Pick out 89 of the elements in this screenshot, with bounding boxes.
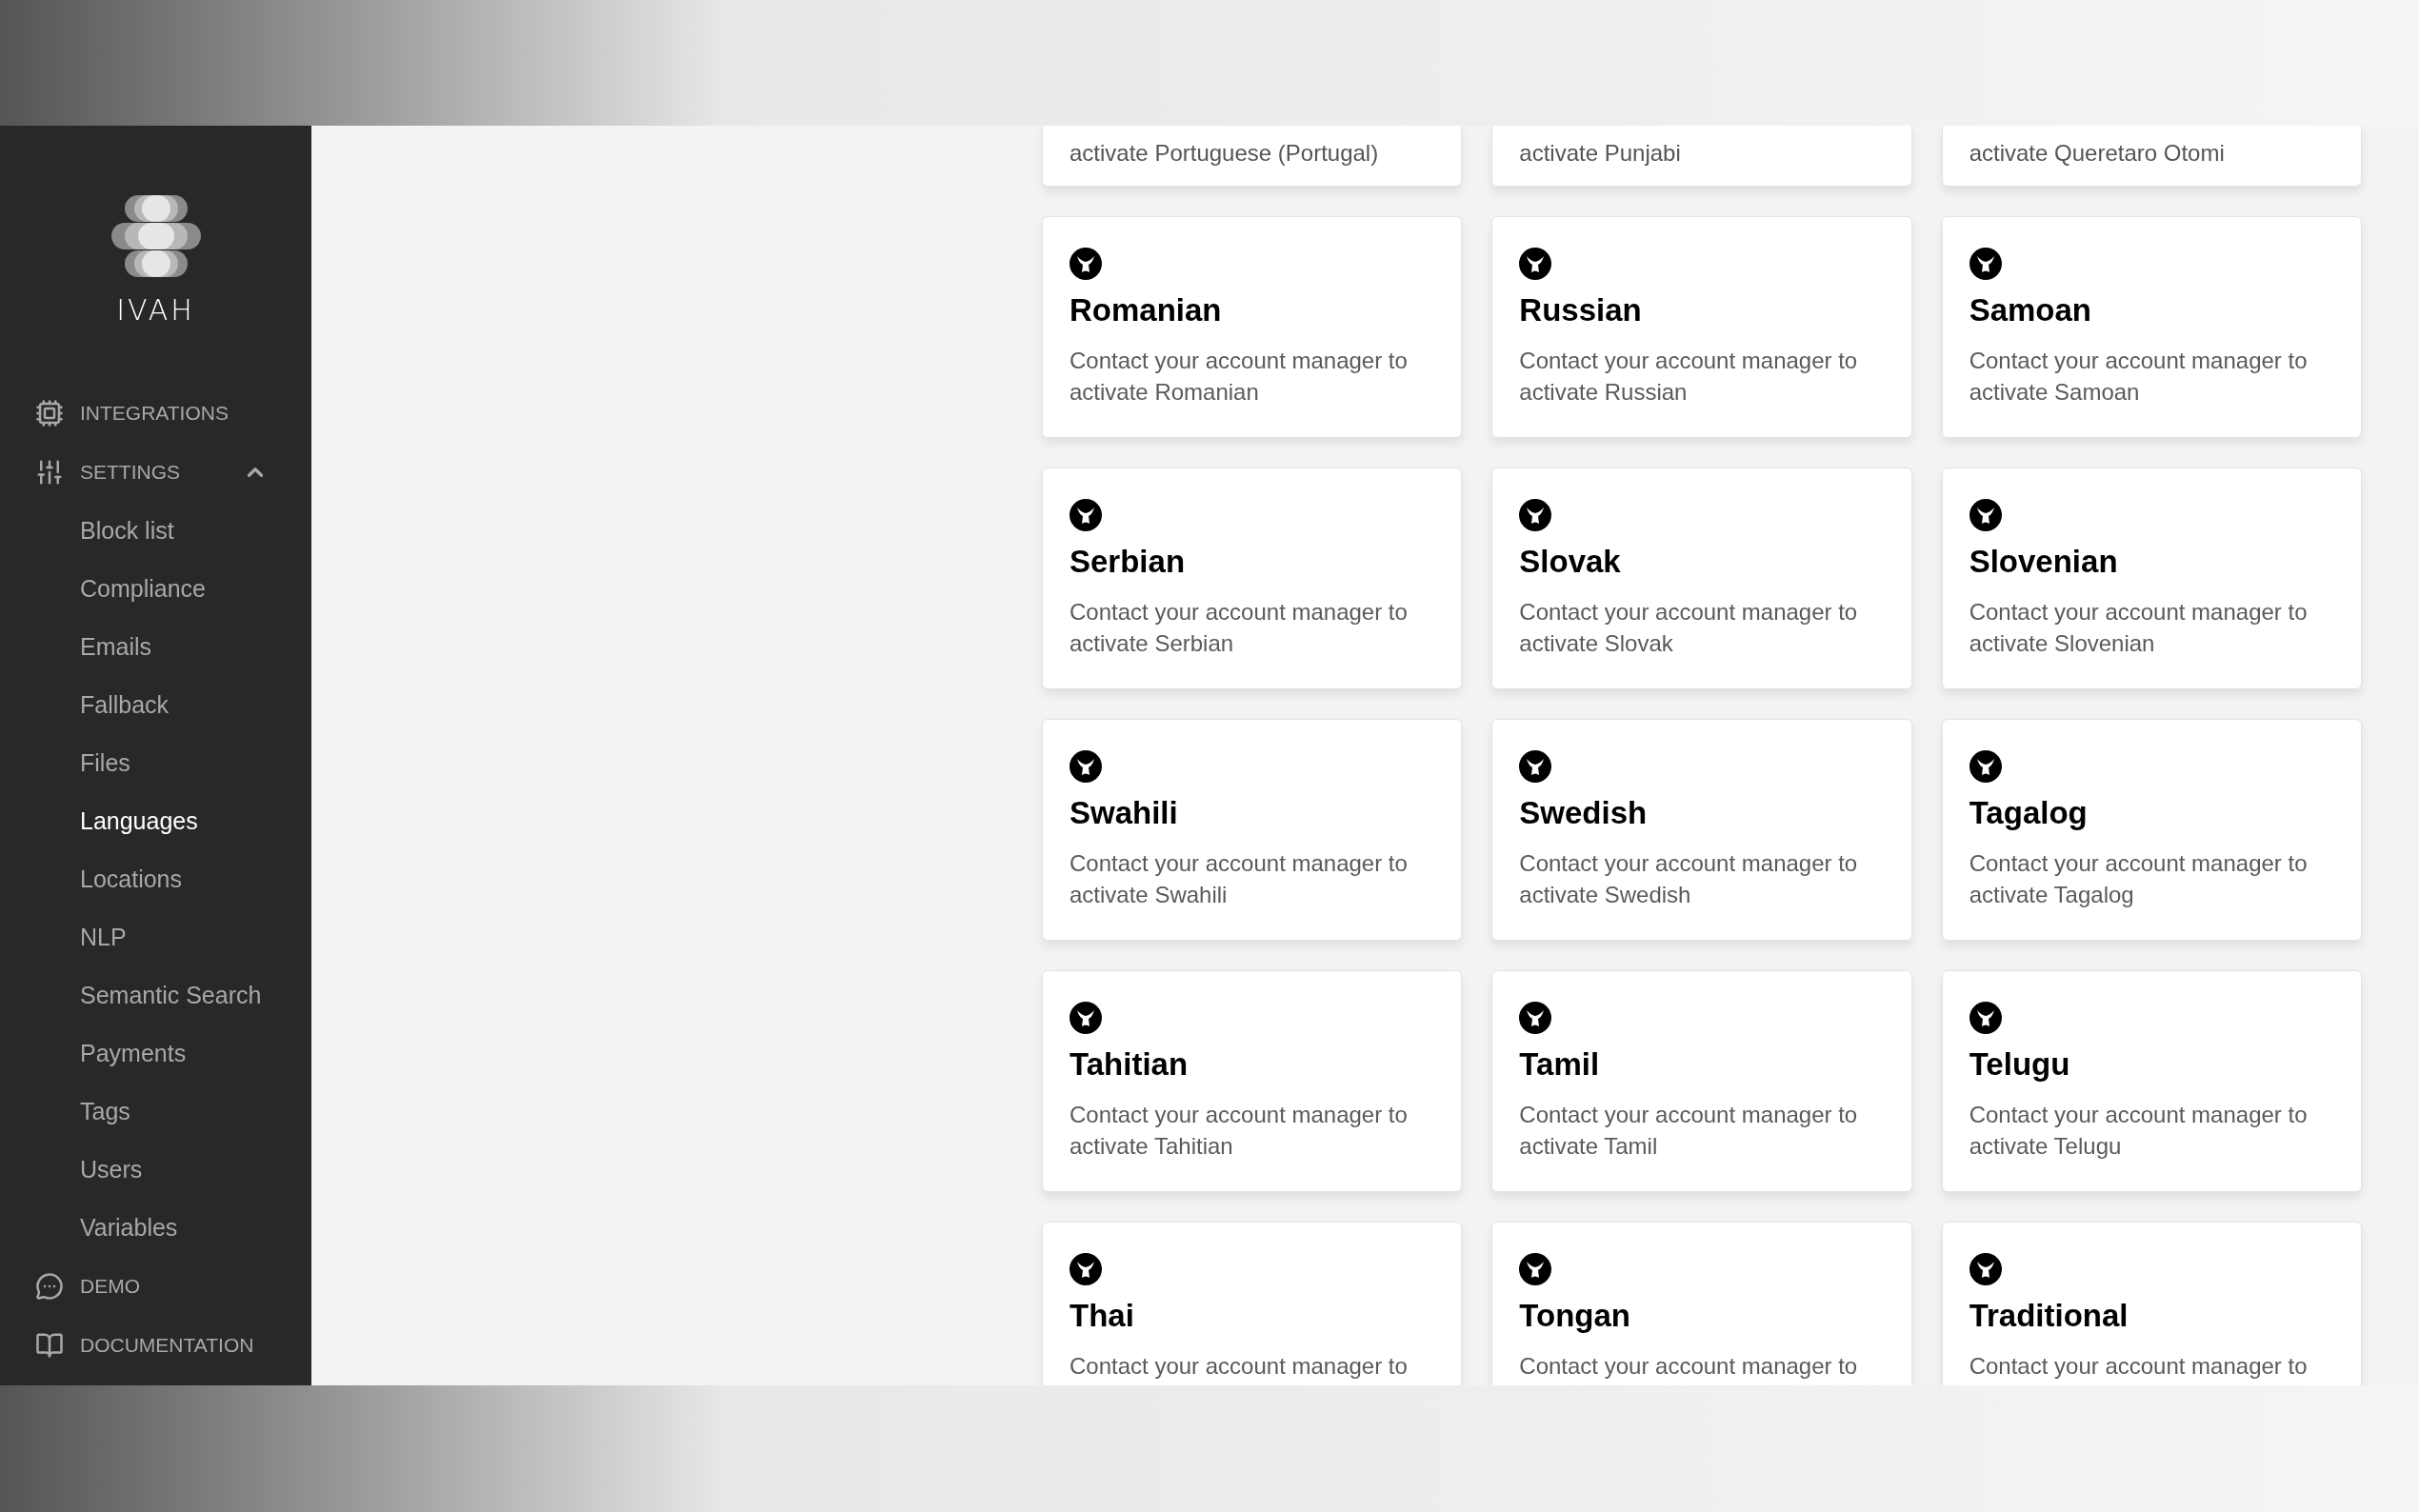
globe-icon: [1969, 499, 2002, 531]
language-card[interactable]: Slovenian Contact your account manager to activate Slovenian: [1941, 468, 2362, 689]
card-description: Contact your account manager to activate Tahitian: [1070, 1101, 1409, 1161]
globe-icon: [1070, 499, 1102, 531]
card-title: Slovenian: [1969, 543, 2119, 581]
card-title: Swahili: [1070, 794, 1179, 832]
card-description: Contact your account manager to activate Serbian: [1070, 598, 1409, 658]
nav-item[interactable]: Users: [0, 1141, 311, 1199]
nav-item[interactable]: Variables: [0, 1199, 311, 1257]
language-card[interactable]: Swahili Contact your account manager to activate Swahili: [1042, 719, 1463, 941]
card-description: Contact your account manager to activate Swedish: [1519, 849, 1859, 909]
book-icon: [35, 1331, 64, 1360]
language-card[interactable]: Thai Contact your account manager to: [1042, 1222, 1463, 1385]
globe-icon: [1070, 750, 1102, 783]
language-card[interactable]: activate Portuguese (Portugal): [1042, 126, 1463, 187]
nav-item[interactable]: Fallback: [0, 676, 311, 734]
globe-icon: [1969, 248, 2002, 280]
card-description: Contact your account manager to: [1070, 1352, 1409, 1381]
nav-item[interactable]: Locations: [0, 850, 311, 908]
card-title: Tagalog: [1969, 794, 2089, 832]
nav-item[interactable]: Languages: [0, 792, 311, 850]
chat-bubble-icon: [35, 1272, 64, 1301]
language-card[interactable]: activate Punjabi: [1491, 126, 1912, 187]
nav-item[interactable]: Tags: [0, 1083, 311, 1141]
card-description: Contact your account manager to activate Swahili: [1070, 849, 1409, 909]
nav-section[interactable]: SETTINGS: [0, 443, 311, 502]
globe-icon: [1969, 1002, 2002, 1034]
nav-item[interactable]: Block list: [0, 502, 311, 560]
language-card[interactable]: Russian Contact your account manager to activate Russian: [1491, 216, 1912, 438]
nav-item[interactable]: Files: [0, 734, 311, 792]
language-card[interactable]: Swedish Contact your account manager to activate Swedish: [1491, 719, 1912, 941]
card-description: Contact your account manager to activate Tagalog: [1969, 849, 2309, 909]
card-title: Tahitian: [1070, 1045, 1190, 1084]
card-title: Serbian: [1070, 543, 1187, 581]
globe-icon: [1070, 1253, 1102, 1285]
nav-section[interactable]: DOCUMENTATION: [0, 1316, 311, 1375]
card-description: Contact your account manager to activate Russian: [1519, 347, 1859, 407]
language-card[interactable]: Tagalog Contact your account manager to activate Tagalog: [1941, 719, 2362, 941]
globe-icon: [1070, 248, 1102, 280]
globe-icon: [1969, 1253, 2002, 1285]
card-title: Russian: [1519, 291, 1643, 329]
nav-section[interactable]: INTEGRATIONS: [0, 384, 311, 443]
globe-icon: [1070, 1002, 1102, 1034]
card-title: Thai: [1070, 1297, 1135, 1335]
card-title: Romanian: [1070, 291, 1223, 329]
card-description: Contact your account manager to: [1969, 1352, 2309, 1381]
card-description: Contact your account manager to activate Romanian: [1070, 347, 1409, 407]
logo-icon: [110, 195, 201, 277]
card-description: Contact your account manager to activate Slovak: [1519, 598, 1859, 658]
globe-icon: [1519, 750, 1552, 783]
card-description: activate Queretaro Otomi: [1969, 139, 2225, 168]
card-description: activate Punjabi: [1519, 139, 1681, 168]
nav-item[interactable]: Semantic Search: [0, 966, 311, 1025]
globe-icon: [1519, 1253, 1552, 1285]
language-card[interactable]: Telugu Contact your account manager to activate Telugu: [1941, 970, 2362, 1192]
card-title: Swedish: [1519, 794, 1649, 832]
card-title: Traditional: [1969, 1297, 2129, 1335]
card-title: Slovak: [1519, 543, 1622, 581]
globe-icon: [1519, 1002, 1552, 1034]
nav-item[interactable]: Compliance: [0, 560, 311, 618]
logo-text: IVAH: [116, 294, 195, 327]
language-card[interactable]: Tamil Contact your account manager to activate Tamil: [1491, 970, 1912, 1192]
nav-item[interactable]: NLP: [0, 908, 311, 966]
language-card[interactable]: Samoan Contact your account manager to activate Samoan: [1941, 216, 2362, 438]
language-card[interactable]: Tongan Contact your account manager to: [1491, 1222, 1912, 1385]
card-description: Contact your account manager to activate Telugu: [1969, 1101, 2309, 1161]
language-card[interactable]: Tahitian Contact your account manager to activate Tahitian: [1042, 970, 1463, 1192]
language-card[interactable]: Slovak Contact your account manager to activate Slovak: [1491, 468, 1912, 689]
language-card[interactable]: Serbian Contact your account manager to activate Serbian: [1042, 468, 1463, 689]
card-title: Tamil: [1519, 1045, 1601, 1084]
card-description: Contact your account manager to activate Slovenian: [1969, 598, 2309, 658]
globe-icon: [1519, 248, 1552, 280]
card-title: Telugu: [1969, 1045, 2071, 1084]
card-description: activate Portuguese (Portugal): [1070, 139, 1379, 168]
nav-item[interactable]: Emails: [0, 618, 311, 676]
sliders-icon: [35, 458, 64, 487]
card-description: Contact your account manager to: [1519, 1352, 1859, 1381]
globe-icon: [1969, 750, 2002, 783]
chip-icon: [35, 399, 64, 428]
card-description: Contact your account manager to activate Samoan: [1969, 347, 2309, 407]
language-card[interactable]: Romanian Contact your account manager to activate Romanian: [1042, 216, 1463, 438]
nav-section[interactable]: DEMO: [0, 1257, 311, 1316]
card-title: Samoan: [1969, 291, 2093, 329]
card-description: Contact your account manager to activate Tamil: [1519, 1101, 1859, 1161]
globe-icon: [1519, 499, 1552, 531]
nav-item[interactable]: Payments: [0, 1025, 311, 1083]
language-card[interactable]: Traditional Contact your account manager to: [1941, 1222, 2362, 1385]
language-card[interactable]: activate Queretaro Otomi: [1941, 126, 2362, 187]
card-title: Tongan: [1519, 1297, 1632, 1335]
